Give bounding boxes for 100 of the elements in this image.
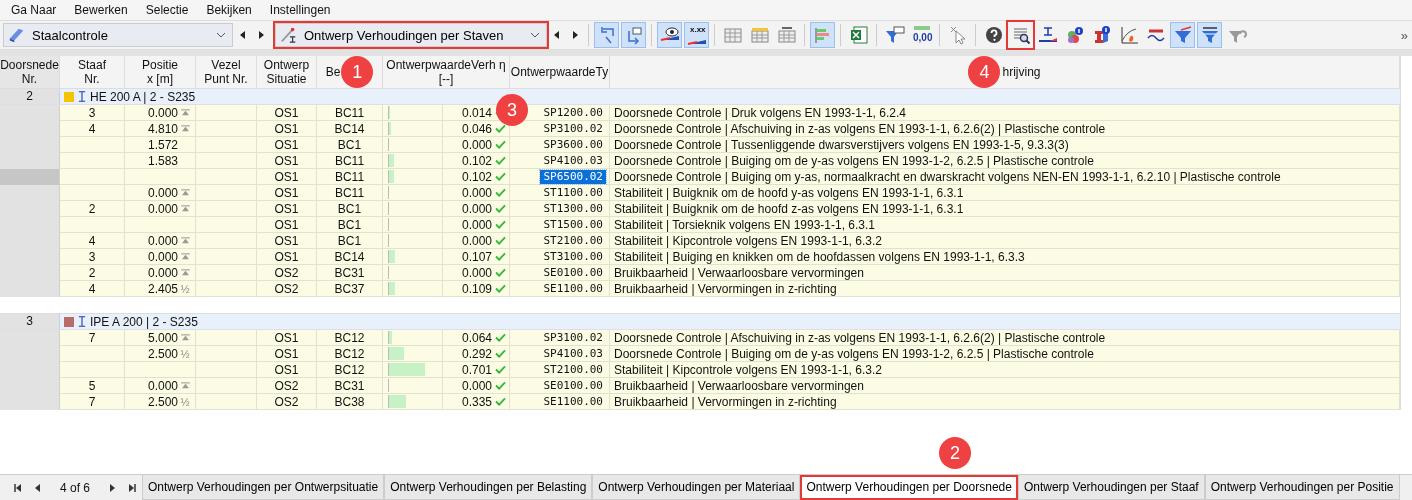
ratio-value: 0.000 bbox=[461, 217, 492, 232]
column-header: Positie x [m] bbox=[142, 58, 178, 86]
table-cell: BC38 bbox=[317, 394, 383, 410]
menu-item[interactable]: Instellingen bbox=[260, 3, 340, 17]
column-header: Staaf Nr. bbox=[78, 58, 106, 86]
double-filter-button[interactable] bbox=[1197, 22, 1222, 48]
position-value: 4.810 bbox=[147, 121, 178, 136]
left-triangle-icon bbox=[34, 483, 42, 492]
type-code[interactable]: SP3600.00 bbox=[540, 137, 606, 152]
search-button[interactable] bbox=[1008, 22, 1033, 48]
end-point-icon bbox=[180, 253, 190, 260]
column-header: OntwerpwaardeVerh η [--] bbox=[386, 58, 506, 86]
ratio-value: 0.000 bbox=[461, 137, 492, 152]
ratio-value: 0.000 bbox=[461, 233, 492, 248]
menu-item[interactable]: Bekijken bbox=[197, 3, 261, 17]
column-header: Be bbox=[325, 65, 341, 79]
column-header: Ontwerp Situatie bbox=[263, 58, 310, 86]
beam-line-icon bbox=[1037, 25, 1058, 45]
filter-line-icon bbox=[1172, 25, 1193, 45]
end-point-icon bbox=[180, 205, 190, 212]
table-cell: Bruikbaarheid | Vervormingen in z-richting bbox=[610, 394, 1400, 410]
more-button[interactable]: » bbox=[1400, 27, 1408, 43]
bar-view-button[interactable] bbox=[810, 22, 835, 48]
menu-item[interactable]: Bewerken bbox=[65, 3, 137, 17]
position-value: 2.500 bbox=[147, 394, 178, 409]
type-code[interactable]: SE1100.00 bbox=[540, 394, 606, 409]
view-dropdown[interactable]: Ontwerp Verhoudingen per Staven bbox=[275, 23, 547, 47]
sheet-tab[interactable]: Ontwerp Verhoudingen per Positie bbox=[1204, 475, 1400, 500]
section-label: HE 200 A | 2 - S235 bbox=[90, 89, 196, 104]
type-code[interactable]: ST2100.00 bbox=[540, 362, 606, 377]
type-code[interactable]: SE0100.00 bbox=[540, 378, 606, 393]
section-number: 3 bbox=[0, 314, 60, 329]
help-icon bbox=[983, 25, 1004, 45]
type-code[interactable]: SE1100.00 bbox=[540, 281, 606, 296]
position-value: 2.500 bbox=[147, 346, 178, 361]
type-code[interactable]: SP4100.03 bbox=[540, 153, 606, 168]
position-value: 1.572 bbox=[147, 137, 178, 152]
position-value: 2.405 bbox=[147, 281, 178, 296]
sheet-tab[interactable]: Ontwerp Verhoudingen per Materiaal bbox=[592, 475, 801, 500]
i-beam-icon bbox=[78, 316, 86, 327]
i-beam-icon bbox=[78, 91, 86, 102]
ratio-value: 0.102 bbox=[461, 153, 492, 168]
rotate-right-button[interactable] bbox=[621, 22, 646, 48]
position-value: 0.000 bbox=[147, 249, 178, 264]
left-triangle-icon bbox=[554, 31, 560, 39]
table-cell: OS2 bbox=[257, 394, 317, 410]
ratio-value: 0.109 bbox=[461, 281, 492, 296]
type-code[interactable]: SP3100.02 bbox=[540, 330, 606, 345]
column-header: hrijving bbox=[1002, 65, 1041, 79]
sheet-tab[interactable]: Ontwerp Verhoudingen per Ontwerpsituatie bbox=[142, 475, 385, 500]
last-page-icon bbox=[128, 483, 137, 492]
ratio-value: 0.701 bbox=[461, 362, 492, 377]
position-value: 0.000 bbox=[147, 265, 178, 280]
end-point-icon bbox=[180, 237, 190, 244]
position-value: 1.583 bbox=[147, 153, 178, 168]
menu-item[interactable]: Ga Naar bbox=[2, 3, 66, 17]
column-header: OntwerpwaardeTy bbox=[510, 65, 609, 79]
fraction-mark: ½ bbox=[180, 395, 190, 408]
values-button[interactable]: x.xx bbox=[684, 22, 709, 48]
first-page-icon bbox=[14, 483, 22, 492]
ratio-value: 0.000 bbox=[461, 185, 492, 200]
steel-beam-icon bbox=[8, 26, 26, 44]
table-link-icon bbox=[776, 25, 797, 45]
sheet-tab[interactable]: Ontwerp Verhoudingen per Belasting bbox=[384, 475, 593, 500]
type-code[interactable]: ST1500.00 bbox=[540, 217, 606, 232]
decimals-button[interactable]: 0,00 bbox=[909, 22, 934, 48]
type-code[interactable]: ST2100.00 bbox=[540, 233, 606, 248]
type-code[interactable]: SE0100.00 bbox=[540, 265, 606, 280]
end-point-icon bbox=[180, 334, 190, 341]
column-header: Doorsnede Nr. bbox=[0, 58, 59, 86]
rotate-left-button[interactable] bbox=[594, 22, 619, 48]
sheet-tab[interactable]: Ontwerp Verhoudingen per Staaf bbox=[1017, 475, 1205, 500]
filter-line-button[interactable] bbox=[1170, 22, 1195, 48]
step-badge: 2 bbox=[939, 437, 971, 469]
type-code[interactable]: SP4100.03 bbox=[540, 346, 606, 361]
view-dropdown[interactable]: Staalcontrole bbox=[3, 23, 233, 47]
ratio-value: 0.000 bbox=[461, 265, 492, 280]
ratio-value: 0.292 bbox=[461, 346, 492, 361]
right-triangle-icon bbox=[258, 31, 264, 39]
chevron-down-icon bbox=[530, 32, 540, 38]
table-cell: 7 bbox=[60, 394, 125, 410]
fraction-mark: ½ bbox=[180, 282, 190, 295]
type-code[interactable]: ST1300.00 bbox=[540, 201, 606, 216]
values-line-icon bbox=[686, 37, 707, 45]
type-code[interactable]: SP6500.02 bbox=[540, 169, 606, 184]
view-line-button[interactable] bbox=[657, 22, 682, 48]
end-point-icon bbox=[180, 109, 190, 116]
type-code[interactable]: SP1200.00 bbox=[540, 105, 606, 120]
ratio-value: 0.102 bbox=[461, 169, 492, 184]
end-point-icon bbox=[180, 189, 190, 196]
position-value: 0.000 bbox=[147, 201, 178, 216]
ratio-value: 0.000 bbox=[461, 378, 492, 393]
type-code[interactable]: SP3100.02 bbox=[540, 121, 606, 136]
left-triangle-icon bbox=[240, 31, 246, 39]
type-code[interactable]: ST1100.00 bbox=[540, 185, 606, 200]
step-badge: 4 bbox=[968, 56, 1001, 88]
type-code[interactable]: ST3100.00 bbox=[540, 249, 606, 264]
menu-item[interactable]: Selectie bbox=[136, 3, 198, 17]
sheet-tab[interactable]: Ontwerp Verhoudingen per Doorsnede bbox=[800, 475, 1018, 500]
step-badge: 1 bbox=[341, 56, 374, 88]
